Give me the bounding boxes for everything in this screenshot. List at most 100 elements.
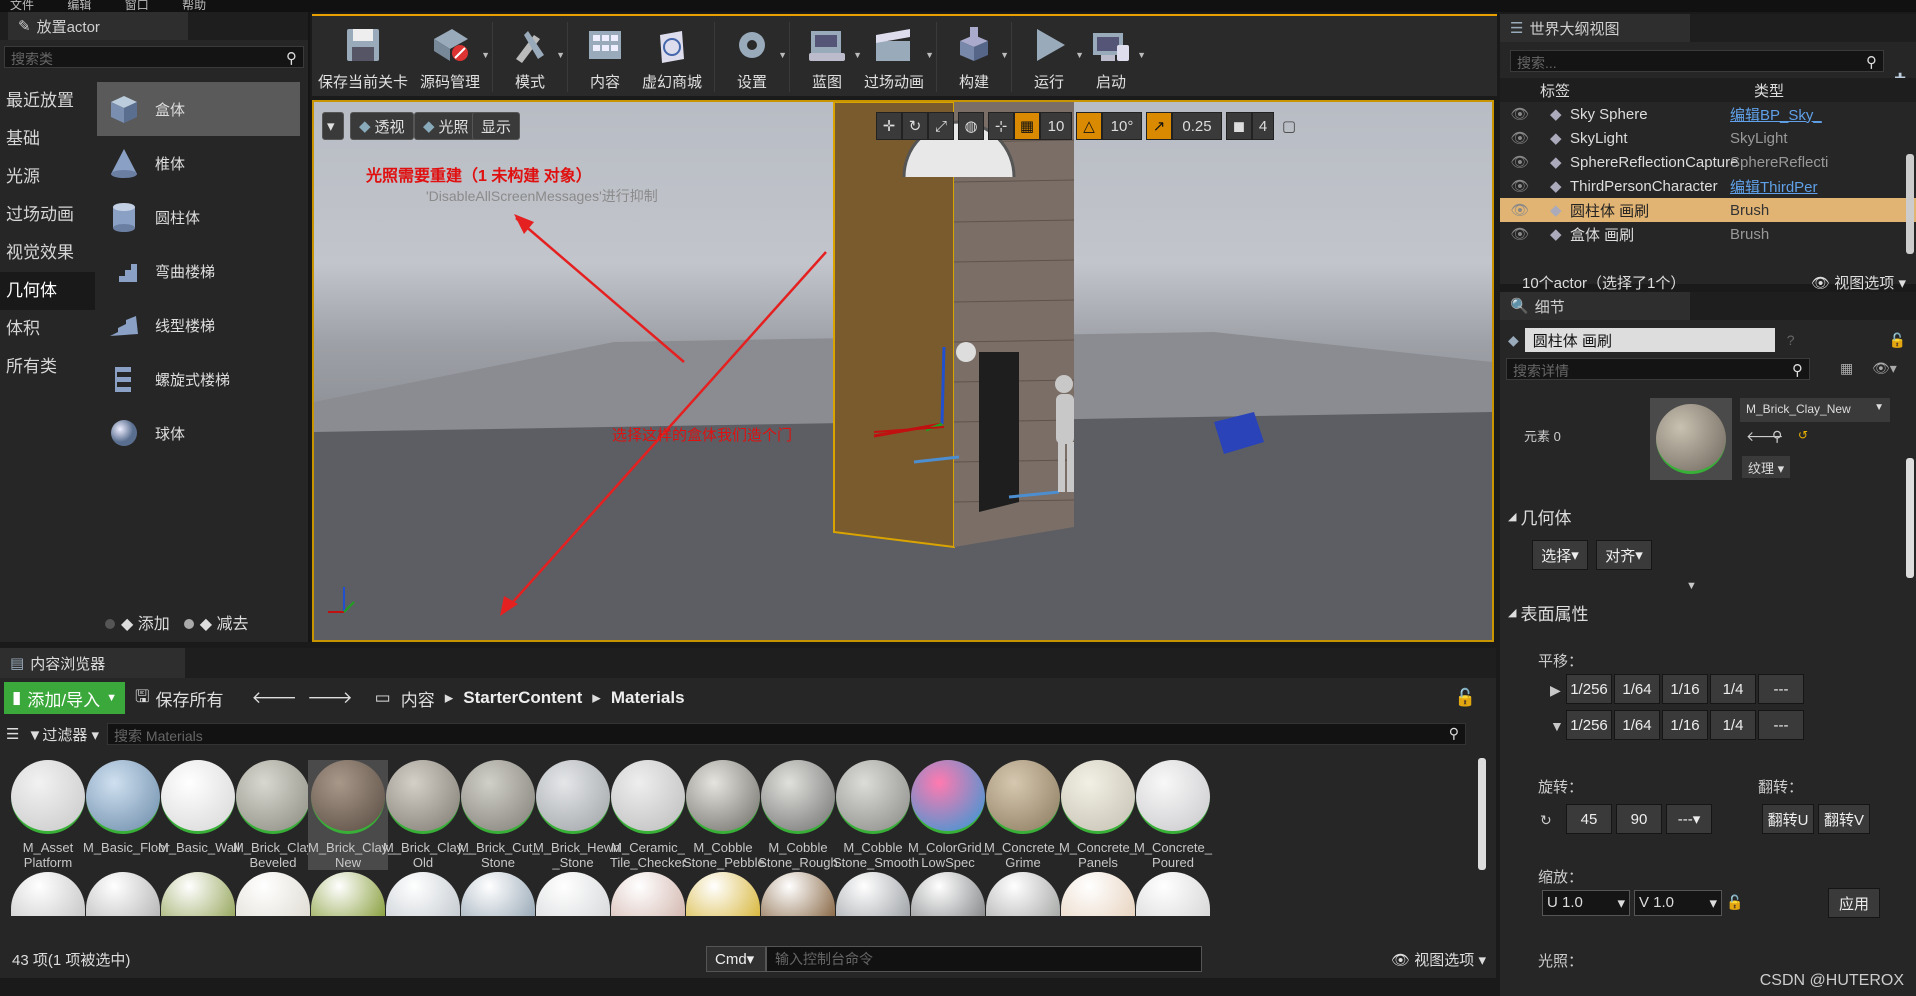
- apply-button[interactable]: 应用: [1828, 888, 1880, 918]
- breadcrumb-content[interactable]: 内容: [401, 686, 435, 711]
- asset-tile[interactable]: M_Cobble Stone_Smooth: [833, 760, 919, 870]
- col-type[interactable]: 类型: [1730, 80, 1840, 101]
- asset-tile[interactable]: [1133, 872, 1213, 922]
- scale-snap-value[interactable]: 0.25: [1172, 112, 1222, 140]
- filters-button[interactable]: ▼过滤器 ▾: [27, 724, 99, 745]
- visibility-eye-icon[interactable]: 👁: [1500, 153, 1540, 171]
- outliner-row[interactable]: 👁 ◆ 盒体 画刷 Brush: [1500, 222, 1916, 246]
- item-box[interactable]: 盒体: [97, 82, 300, 136]
- browse-icon[interactable]: ⚲: [1772, 428, 1782, 445]
- asset-tile[interactable]: [308, 872, 388, 922]
- pan-down-arrow-icon[interactable]: ▼: [1550, 718, 1564, 734]
- asset-tile[interactable]: M_Brick_Cut_ Stone: [458, 760, 540, 870]
- outliner-scrollbar[interactable]: [1906, 154, 1914, 254]
- outliner-row[interactable]: 👁 ◆ Sky Sphere 编辑BP_Sky_: [1500, 102, 1916, 126]
- pan-step-button[interactable]: 1/4: [1710, 710, 1756, 740]
- texture-button[interactable]: 纹理 ▾: [1742, 456, 1791, 478]
- item-curved-stair[interactable]: 弯曲楼梯: [97, 244, 300, 298]
- place-actor-tab-header[interactable]: ✎ 放置actor: [8, 12, 188, 40]
- pan-step-button[interactable]: 1/64: [1614, 710, 1660, 740]
- pan-step-button[interactable]: ---: [1758, 710, 1804, 740]
- pan-step-button[interactable]: 1/64: [1614, 674, 1660, 704]
- save-level-button[interactable]: 保存当前关卡: [312, 16, 414, 92]
- geometry-section-header[interactable]: ◢ 几何体: [1500, 498, 1906, 534]
- category-visual-effects[interactable]: 视觉效果: [0, 234, 95, 272]
- asset-tile[interactable]: M_Concrete_ Poured: [1133, 760, 1213, 870]
- settings-button[interactable]: 设置 ▼: [721, 16, 787, 92]
- lit-button[interactable]: ◆ 光照: [414, 112, 478, 140]
- console-input[interactable]: 输入控制台命令: [766, 946, 1202, 972]
- outliner-row[interactable]: 👁 ◆ ThirdPersonCharacter 编辑ThirdPer: [1500, 174, 1916, 198]
- item-spiral-stair[interactable]: 螺旋式楼梯: [97, 352, 300, 406]
- menu-help[interactable]: 帮助: [182, 0, 206, 11]
- menu-window[interactable]: 窗口: [125, 0, 149, 11]
- actor-type[interactable]: 编辑ThirdPer: [1730, 176, 1840, 197]
- asset-tile[interactable]: M_Cobble Stone_Pebble: [683, 760, 765, 870]
- rotate-custom-button[interactable]: --- ▾: [1666, 804, 1712, 834]
- perspective-button[interactable]: ◆ 透视: [350, 112, 414, 140]
- u-scale-input[interactable]: U 1.0 ▾: [1542, 890, 1630, 916]
- material-thumbnail[interactable]: [1650, 398, 1732, 480]
- pan-step-button[interactable]: 1/16: [1662, 674, 1708, 704]
- source-control-button[interactable]: 源码管理 ▼: [414, 16, 490, 92]
- eye-icon[interactable]: 👁▾: [1872, 360, 1897, 377]
- select-button[interactable]: 选择 ▾: [1532, 540, 1588, 570]
- outliner-search-input[interactable]: 搜索... ⚲: [1510, 50, 1884, 72]
- category-volumes[interactable]: 体积: [0, 310, 95, 348]
- asset-tile[interactable]: [608, 872, 688, 922]
- align-button[interactable]: 对齐 ▾: [1596, 540, 1652, 570]
- lock-scale-icon[interactable]: 🔓: [1726, 894, 1743, 911]
- asset-tile[interactable]: [158, 872, 238, 922]
- breadcrumb-materials[interactable]: Materials: [611, 688, 685, 708]
- add-import-button[interactable]: ▮ 添加/导入 ▼: [4, 682, 125, 714]
- materials-search-input[interactable]: 搜索 Materials ⚲: [107, 723, 1466, 745]
- pan-step-button[interactable]: 1/16: [1662, 710, 1708, 740]
- asset-tile[interactable]: M_Basic_Floor: [83, 760, 170, 855]
- chevron-down-icon[interactable]: ▼: [778, 50, 787, 60]
- asset-tile[interactable]: M_Basic_Wall: [158, 760, 240, 855]
- sources-toggle-icon[interactable]: ☰: [6, 725, 19, 743]
- asset-tile[interactable]: [233, 872, 313, 922]
- chevron-down-icon[interactable]: ▼: [1000, 50, 1009, 60]
- content-browser-tab-header[interactable]: ▤ 内容浏览器: [0, 648, 185, 678]
- details-tab-header[interactable]: 🔍 细节: [1500, 292, 1690, 320]
- level-viewport[interactable]: ▾ ◆ 透视 ◆ 光照 显示 ✛ ↻ ⤢ ◍ ⊹ ▦ 10 △ 10° ↗ 0.25…: [312, 100, 1494, 642]
- world-space-icon[interactable]: ◍: [958, 112, 984, 140]
- category-basic[interactable]: 基础: [0, 120, 95, 158]
- blueprints-button[interactable]: 蓝图 ▼: [796, 16, 862, 92]
- actor-type[interactable]: 编辑BP_Sky_: [1730, 104, 1840, 125]
- grid-snap-value[interactable]: 10: [1040, 112, 1072, 140]
- asset-tile[interactable]: M_Concrete_ Grime: [983, 760, 1063, 870]
- grid-snap-icon[interactable]: ▦: [1014, 112, 1040, 140]
- outliner-row[interactable]: 👁 ◆ SkyLight SkyLight: [1500, 126, 1916, 150]
- launch-button[interactable]: 启动 ▼: [1080, 16, 1146, 92]
- item-sphere[interactable]: 球体: [97, 406, 300, 460]
- chevron-down-icon[interactable]: ▼: [1137, 50, 1146, 60]
- rotate-45-button[interactable]: 45: [1566, 804, 1612, 834]
- category-recent[interactable]: 最近放置: [0, 82, 95, 120]
- flip-v-button[interactable]: 翻转V: [1818, 804, 1870, 834]
- cmd-selector[interactable]: Cmd ▾: [706, 946, 766, 972]
- back-arrow-icon[interactable]: 🡐: [251, 688, 297, 708]
- asset-tile[interactable]: [833, 872, 913, 922]
- save-all-button[interactable]: 🖫 保存所有: [135, 684, 223, 713]
- visibility-eye-icon[interactable]: 👁: [1500, 177, 1540, 195]
- category-geometry[interactable]: 几何体: [0, 272, 95, 310]
- add-radio[interactable]: ◆ 添加: [105, 610, 170, 634]
- help-icon[interactable]: ?: [1787, 332, 1795, 348]
- item-cone[interactable]: 椎体: [97, 136, 300, 190]
- rotation-snap-icon[interactable]: △: [1076, 112, 1102, 140]
- visibility-eye-icon[interactable]: 👁: [1500, 225, 1540, 243]
- flip-u-button[interactable]: 翻转U: [1762, 804, 1814, 834]
- category-all-classes[interactable]: 所有类: [0, 348, 95, 386]
- asset-tile[interactable]: M_Brick_Clay_ Beveled: [233, 760, 320, 870]
- asset-tile[interactable]: M_Cobble Stone_Rough: [758, 760, 838, 870]
- chevron-down-icon[interactable]: ▼: [481, 50, 490, 60]
- category-cinematic[interactable]: 过场动画: [0, 196, 95, 234]
- asset-tile[interactable]: M_ColorGrid_ LowSpec: [908, 760, 989, 870]
- lock-icon[interactable]: 🔓: [1889, 332, 1906, 349]
- asset-tile[interactable]: [908, 872, 988, 922]
- asset-tile[interactable]: [533, 872, 613, 922]
- chevron-down-icon[interactable]: ▼: [556, 50, 565, 60]
- object-name-field[interactable]: 圆柱体 画刷: [1524, 328, 1775, 352]
